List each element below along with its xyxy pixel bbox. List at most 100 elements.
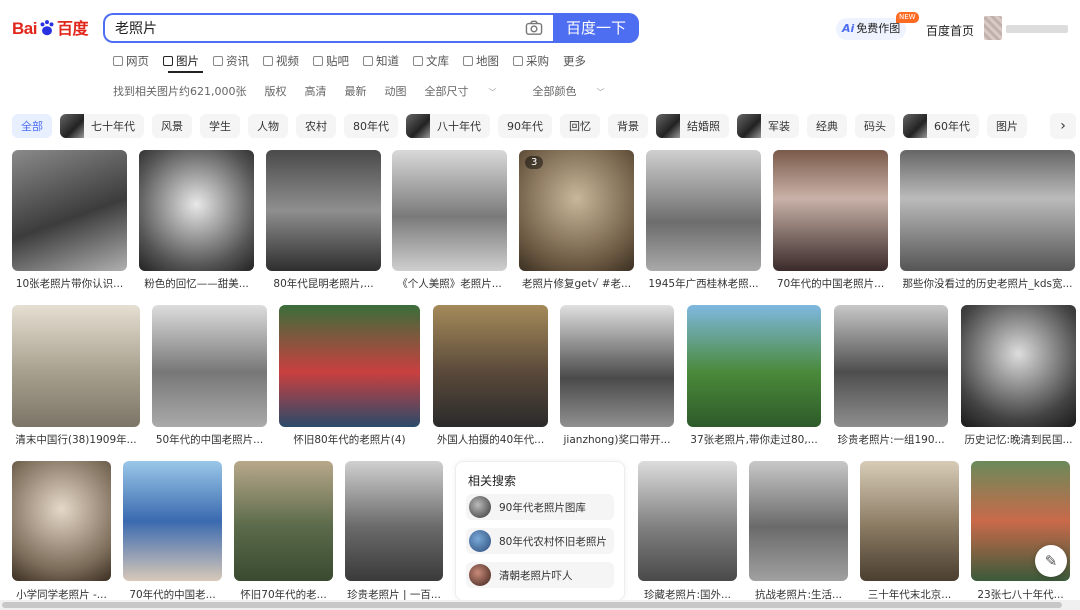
image-result[interactable]: [12, 461, 111, 581]
camera-icon[interactable]: [525, 20, 543, 36]
image-result[interactable]: [687, 305, 821, 427]
category-chip[interactable]: 回忆: [560, 114, 600, 138]
image-result[interactable]: [152, 305, 267, 427]
related-thumb: [469, 496, 491, 518]
edit-pencil-button[interactable]: ✎: [1035, 545, 1067, 577]
category-chip[interactable]: 90年代: [498, 114, 552, 138]
category-chip[interactable]: 全部: [12, 114, 52, 138]
tab-map[interactable]: 地图: [463, 52, 499, 70]
related-searches-card: 相关搜索 90年代老照片图库 80年代农村怀旧老照片 清朝老照片吓人: [455, 461, 625, 601]
image-result[interactable]: [279, 305, 420, 427]
image-result[interactable]: [646, 150, 761, 271]
category-chip[interactable]: 学生: [200, 114, 240, 138]
category-chip[interactable]: 结婚照: [656, 114, 729, 138]
search-input[interactable]: [105, 15, 485, 41]
image-caption[interactable]: 80年代昆明老照片,...: [266, 276, 381, 291]
search-button[interactable]: 百度一下: [553, 13, 639, 43]
image-result[interactable]: [749, 461, 848, 581]
filter-hd[interactable]: 高清: [305, 83, 327, 99]
horizontal-scrollbar[interactable]: [0, 600, 1080, 610]
category-chip[interactable]: 经典: [807, 114, 847, 138]
category-chip[interactable]: 图片: [987, 114, 1027, 138]
category-chip[interactable]: 80年代: [344, 114, 398, 138]
tab-tieba[interactable]: 贴吧: [313, 52, 349, 70]
image-caption[interactable]: 清末中国行(38)1909年...: [12, 432, 140, 447]
category-chip[interactable]: 背景: [608, 114, 648, 138]
map-icon: [463, 56, 473, 66]
image-result[interactable]: [560, 305, 674, 427]
category-chip[interactable]: 七十年代: [60, 114, 144, 138]
image-caption[interactable]: 那些你没看过的历史老照片_kds宽...: [900, 276, 1075, 291]
image-caption[interactable]: 历史记忆:晚清到民国...: [961, 432, 1076, 447]
chevron-down-icon: ﹀: [488, 88, 497, 97]
shopping-icon: [513, 56, 523, 66]
image-result[interactable]: [961, 305, 1076, 427]
filter-copyright[interactable]: 版权: [265, 83, 287, 99]
related-thumb: [469, 530, 491, 552]
related-search-item[interactable]: 清朝老照片吓人: [466, 562, 614, 588]
image-caption[interactable]: 《个人美照》老照片...: [392, 276, 507, 291]
image-caption[interactable]: 老照片修复get√ #老...: [519, 276, 634, 291]
related-thumb: [469, 564, 491, 586]
image-result[interactable]: [433, 305, 548, 427]
image-caption[interactable]: 珍贵老照片:一组190...: [834, 432, 948, 447]
image-result[interactable]: 3: [519, 150, 634, 271]
related-search-item[interactable]: 90年代老照片图库: [466, 494, 614, 520]
category-chip[interactable]: 农村: [296, 114, 336, 138]
image-result[interactable]: [123, 461, 222, 581]
tab-news[interactable]: 资讯: [213, 52, 249, 70]
image-caption[interactable]: 外国人拍摄的40年代...: [433, 432, 548, 447]
image-result[interactable]: [139, 150, 254, 271]
image-result[interactable]: [392, 150, 507, 271]
image-result[interactable]: [345, 461, 443, 581]
chevron-down-icon: ﹀: [596, 88, 605, 97]
related-search-item[interactable]: 80年代农村怀旧老照片: [466, 528, 614, 554]
image-caption[interactable]: jianzhong)奖口带开...: [560, 432, 674, 447]
image-caption[interactable]: 怀旧80年代的老照片(4): [279, 432, 420, 447]
image-result[interactable]: [860, 461, 959, 581]
baidu-logo[interactable]: Bai 百度: [12, 14, 92, 44]
tab-images[interactable]: 图片: [163, 52, 199, 70]
blurred-username[interactable]: [1006, 25, 1068, 33]
image-result[interactable]: [638, 461, 737, 581]
category-thumbnail: [656, 114, 680, 138]
tab-web[interactable]: 网页: [113, 52, 149, 70]
image-caption[interactable]: 50年代的中国老照片...: [152, 432, 267, 447]
image-caption[interactable]: 37张老照片,带你走过80,...: [687, 432, 821, 447]
category-chip[interactable]: 码头: [855, 114, 895, 138]
image-caption[interactable]: 10张老照片带你认识...: [12, 276, 127, 291]
filter-latest[interactable]: 最新: [345, 83, 367, 99]
tab-video[interactable]: 视频: [263, 52, 299, 70]
filter-size[interactable]: 全部尺寸 ﹀: [425, 83, 515, 99]
image-caption[interactable]: 70年代的中国老照片...: [773, 276, 888, 291]
category-chip[interactable]: 八十年代: [406, 114, 490, 138]
tab-purchase[interactable]: 采购: [513, 52, 549, 70]
tab-zhidao[interactable]: 知道: [363, 52, 399, 70]
filter-color[interactable]: 全部颜色 ﹀: [533, 83, 623, 99]
new-badge: NEW: [896, 12, 919, 23]
web-icon: [113, 56, 123, 66]
image-caption[interactable]: 粉色的回忆——甜美...: [139, 276, 254, 291]
image-result[interactable]: [12, 305, 140, 427]
tab-more[interactable]: 更多: [563, 52, 586, 70]
chevron-right-icon[interactable]: ›: [1050, 113, 1076, 139]
image-result[interactable]: [900, 150, 1075, 271]
category-thumbnail: [737, 114, 761, 138]
image-result[interactable]: [12, 150, 127, 271]
scrollbar-thumb[interactable]: [2, 602, 1062, 608]
filter-animated[interactable]: 动图: [385, 83, 407, 99]
tab-wenku[interactable]: 文库: [413, 52, 449, 70]
image-result[interactable]: [773, 150, 888, 271]
image-result[interactable]: [266, 150, 381, 271]
image-result[interactable]: [834, 305, 948, 427]
image-caption[interactable]: 1945年广西桂林老照...: [646, 276, 761, 291]
category-chip[interactable]: 60年代: [903, 114, 979, 138]
avatar[interactable]: [984, 16, 1002, 40]
baidu-home-link[interactable]: 百度首页: [926, 22, 974, 39]
image-result[interactable]: [234, 461, 333, 581]
category-chip[interactable]: 风景: [152, 114, 192, 138]
multi-image-badge: 3: [525, 156, 544, 169]
category-chip[interactable]: 军装: [737, 114, 799, 138]
category-thumbnail: [60, 114, 84, 138]
category-chip[interactable]: 人物: [248, 114, 288, 138]
